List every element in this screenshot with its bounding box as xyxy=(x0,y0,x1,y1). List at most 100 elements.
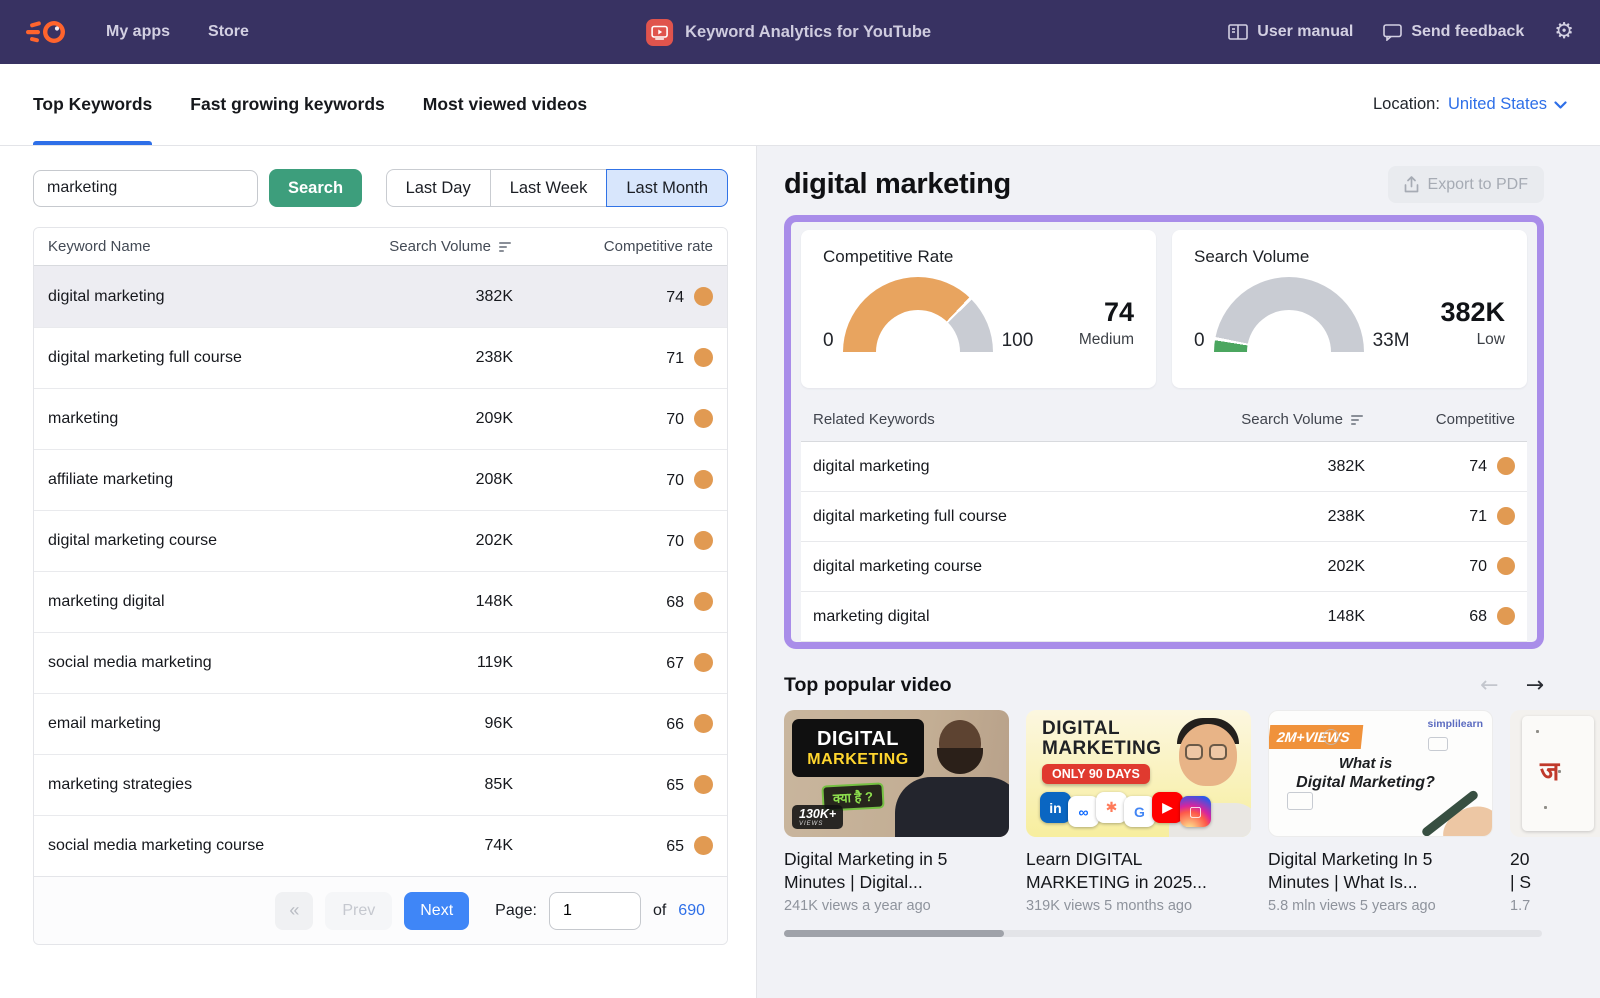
competitive-rate-value: 67 xyxy=(513,653,713,673)
search-volume-value: 382K xyxy=(353,288,513,306)
location-label: Location: xyxy=(1373,95,1440,114)
search-volume-value: 74K xyxy=(353,837,513,855)
search-volume-value: 148K xyxy=(1165,608,1365,626)
video-title: Learn DIGITALMARKETING in 2025... xyxy=(1026,848,1251,894)
competitive-rate-dot xyxy=(694,348,713,367)
social-icon: in xyxy=(1040,792,1071,823)
chevron-down-icon xyxy=(1554,101,1567,109)
time-filter-last-week[interactable]: Last Week xyxy=(490,169,608,207)
search-volume-value: 202K xyxy=(1165,558,1365,576)
video-thumbnail: DIGITALMARKETING क्या है ? 130K+VIEWS xyxy=(784,710,1009,837)
keyword-name: digital marketing course xyxy=(48,532,353,550)
table-row[interactable]: marketing digital148K68 xyxy=(34,571,727,632)
keyword-name: marketing xyxy=(48,410,353,428)
video-meta: 5.8 mln views 5 years ago xyxy=(1268,898,1493,914)
next-page-button[interactable]: Next xyxy=(404,892,469,930)
nav-store[interactable]: Store xyxy=(208,23,249,41)
competitive-rate-dot xyxy=(694,592,713,611)
first-page-button[interactable]: « xyxy=(275,892,313,930)
social-icon: ✱ xyxy=(1096,792,1127,823)
tab-most-viewed-videos[interactable]: Most viewed videos xyxy=(423,64,587,145)
table-row[interactable]: affiliate marketing208K70 xyxy=(34,449,727,510)
tab-top-keywords[interactable]: Top Keywords xyxy=(33,64,152,145)
time-filter-last-day[interactable]: Last Day xyxy=(386,169,491,207)
social-icon: G xyxy=(1124,796,1155,827)
keyword-table: Keyword Name Search Volume Competitive r… xyxy=(33,227,728,945)
search-volume-value: 96K xyxy=(353,715,513,733)
video-card[interactable]: DIGITALMARKETING ONLY 90 DAYS in∞✱G▶▢ Le… xyxy=(1026,710,1251,914)
keyword-name: affiliate marketing xyxy=(48,471,353,489)
table-row[interactable]: digital marketing382K74 xyxy=(34,266,727,327)
gauge-min: 0 xyxy=(823,330,834,352)
settings-gear-icon[interactable]: ⚙ xyxy=(1554,21,1574,43)
keyword-name: marketing digital xyxy=(813,608,1165,626)
carousel-right-arrow-icon[interactable]: → xyxy=(1526,673,1544,698)
search-input[interactable] xyxy=(33,170,258,207)
header-competitive-rate: Competitive rate xyxy=(513,238,713,255)
competitive-rate-value: 65 xyxy=(513,836,713,856)
competitive-rate-value: 70 xyxy=(513,531,713,551)
competitive-rate-value: 68 xyxy=(513,592,713,612)
search-volume-value: 208K xyxy=(353,471,513,489)
keyword-name: digital marketing full course xyxy=(48,349,353,367)
location-control: Location: United States xyxy=(1373,64,1567,145)
competitive-rate-dot xyxy=(694,470,713,489)
video-title: Digital Marketing In 5Minutes | What Is.… xyxy=(1268,848,1493,894)
table-row[interactable]: marketing strategies85K65 xyxy=(34,754,727,815)
competitive-rate-dot xyxy=(694,531,713,550)
competitive-rate-value: 65 xyxy=(513,775,713,795)
keyword-name: digital marketing xyxy=(48,288,353,306)
competitive-rate-value: 70 xyxy=(513,470,713,490)
competitive-rate-value: 74 xyxy=(1365,457,1515,476)
video-meta: 1.7 xyxy=(1510,898,1600,914)
scrollbar-thumb[interactable] xyxy=(784,930,1004,937)
table-row[interactable]: email marketing96K66 xyxy=(34,693,727,754)
export-pdf-button[interactable]: Export to PDF xyxy=(1388,166,1544,203)
video-card[interactable]: DIGITALMARKETING क्या है ? 130K+VIEWS Di… xyxy=(784,710,1009,914)
nav-my-apps[interactable]: My apps xyxy=(106,23,170,41)
location-selector[interactable]: United States xyxy=(1448,95,1567,114)
user-manual-button[interactable]: User manual xyxy=(1228,23,1353,41)
search-volume-gauge xyxy=(1214,277,1364,353)
related-keyword-row[interactable]: digital marketing full course238K71 xyxy=(801,492,1527,542)
app-video-icon xyxy=(646,19,673,46)
keyword-name: digital marketing full course xyxy=(813,508,1165,526)
social-icon: ▢ xyxy=(1180,796,1211,827)
chat-bubble-icon xyxy=(1383,24,1402,41)
table-row[interactable]: marketing209K70 xyxy=(34,388,727,449)
table-row[interactable]: digital marketing full course238K71 xyxy=(34,327,727,388)
related-keyword-row[interactable]: digital marketing382K74 xyxy=(801,442,1527,492)
send-feedback-button[interactable]: Send feedback xyxy=(1383,23,1524,41)
sort-icon xyxy=(499,241,513,253)
video-card[interactable]: 2M+VIEWS simplilearn What isDigital Mark… xyxy=(1268,710,1493,914)
time-filter-last-month[interactable]: Last Month xyxy=(606,169,728,207)
keyword-table-header: Keyword Name Search Volume Competitive r… xyxy=(34,228,727,266)
gauge-max: 100 xyxy=(1002,330,1034,352)
table-row[interactable]: digital marketing course202K70 xyxy=(34,510,727,571)
page-number-input[interactable] xyxy=(549,892,641,930)
related-keyword-row[interactable]: marketing digital148K68 xyxy=(801,592,1527,642)
competitive-rate-value: 68 xyxy=(1365,607,1515,626)
table-row[interactable]: social media marketing course74K65 xyxy=(34,815,727,876)
video-title: Digital Marketing in 5Minutes | Digital.… xyxy=(784,848,1009,894)
table-row[interactable]: social media marketing119K67 xyxy=(34,632,727,693)
prev-page-button[interactable]: Prev xyxy=(325,892,392,930)
video-thumbnail: 2M+VIEWS simplilearn What isDigital Mark… xyxy=(1268,710,1493,837)
social-icon: ▶ xyxy=(1152,792,1183,823)
related-keyword-row[interactable]: digital marketing course202K70 xyxy=(801,542,1527,592)
related-table-header: Related Keywords Search Volume Competiti… xyxy=(801,398,1527,442)
competitive-rate-dot xyxy=(1497,607,1515,625)
search-volume-value: 202K xyxy=(353,532,513,550)
header-search-volume[interactable]: Search Volume xyxy=(353,238,513,255)
tab-fast-growing-keywords[interactable]: Fast growing keywords xyxy=(190,64,384,145)
video-carousel: DIGITALMARKETING क्या है ? 130K+VIEWS Di… xyxy=(784,710,1600,914)
video-card[interactable]: ज 20| S1.7 xyxy=(1510,710,1600,914)
semrush-logo-icon[interactable] xyxy=(26,17,68,47)
search-button[interactable]: Search xyxy=(269,169,362,207)
keyword-name: social media marketing xyxy=(48,654,353,672)
keyword-name: email marketing xyxy=(48,715,353,733)
header-related-volume[interactable]: Search Volume xyxy=(1165,411,1365,428)
competitive-rate-dot xyxy=(1497,557,1515,575)
app-title: Keyword Analytics for YouTube xyxy=(685,23,931,42)
carousel-left-arrow-icon[interactable]: ← xyxy=(1480,673,1498,698)
